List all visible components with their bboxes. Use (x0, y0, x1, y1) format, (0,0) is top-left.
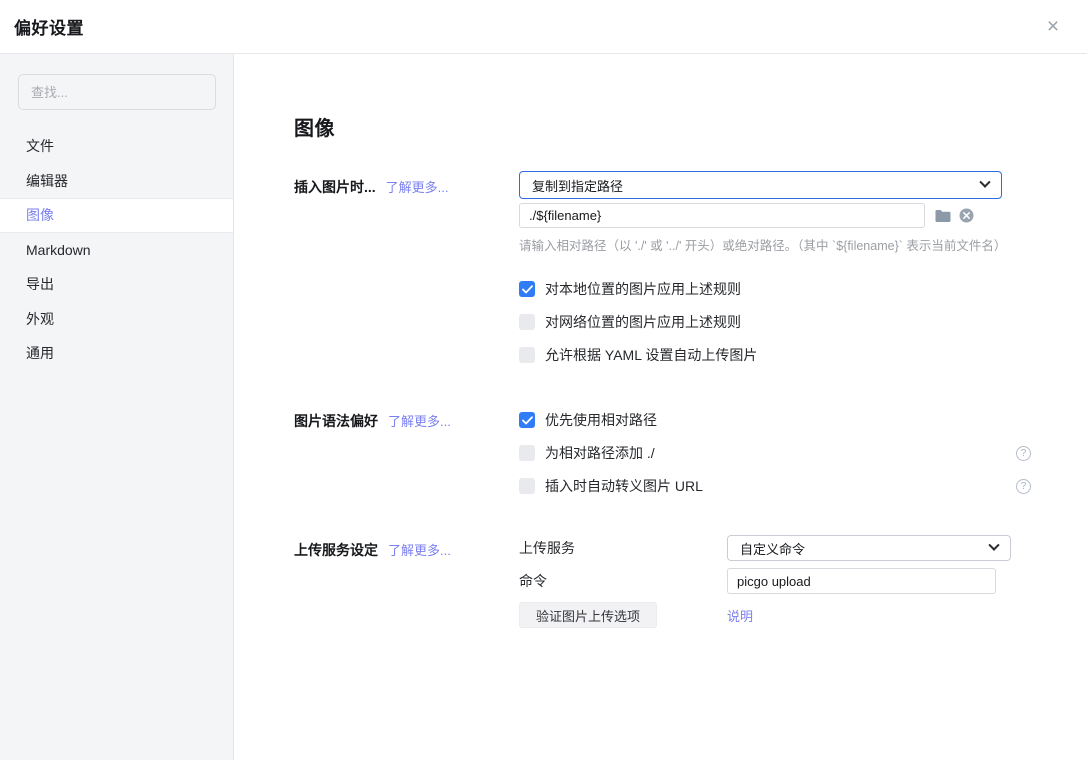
checkbox-unchecked-icon (519, 347, 535, 363)
command-row: 命令 (519, 568, 1031, 594)
page-title: 图像 (294, 115, 1087, 143)
sidebar-item-markdown[interactable]: Markdown (0, 233, 233, 268)
insert-learn-more-link[interactable]: 了解更多... (386, 177, 449, 196)
folder-icon[interactable] (935, 209, 951, 223)
upload-service-row: 上传服务 自定义命令 (519, 535, 1031, 561)
uploader-select[interactable]: 自定义命令 (727, 535, 1011, 561)
section-upload-service: 上传服务设定 了解更多... 上传服务 自定义命令 命令 (294, 535, 1087, 628)
checkbox-unchecked-icon (519, 445, 535, 461)
section-image-syntax: 图片语法偏好 了解更多... 优先使用相对路径 (294, 410, 1087, 496)
sidebar-item-editor[interactable]: 编辑器 (0, 164, 233, 199)
close-icon[interactable]: × (1041, 15, 1065, 39)
image-settings-panel: 图像 插入图片时... 了解更多... 复制到指定路径 (234, 54, 1087, 760)
syntax-learn-more-link[interactable]: 了解更多... (388, 411, 451, 430)
checkbox-apply-web-images[interactable]: 对网络位置的图片应用上述规则 (519, 312, 1031, 332)
window-title: 偏好设置 (14, 14, 84, 39)
preferences-window: 偏好设置 × 文件 编辑器 图像 Markdown 导出 外观 通用 图像 (0, 0, 1087, 760)
search-box (18, 74, 216, 110)
clear-path-icon[interactable] (959, 208, 974, 223)
section-insert-image: 插入图片时... 了解更多... 复制到指定路径 (294, 171, 1087, 365)
command-input[interactable] (727, 568, 996, 594)
sidebar-item-export[interactable]: 导出 (0, 267, 233, 302)
checkbox-prefer-relative-path[interactable]: 优先使用相对路径 (519, 410, 1031, 430)
checkbox-apply-local-images[interactable]: 对本地位置的图片应用上述规则 (519, 279, 1031, 299)
help-icon[interactable]: ? (1016, 479, 1031, 494)
command-label: 命令 (519, 571, 727, 591)
sidebar-item-appearance[interactable]: 外观 (0, 302, 233, 337)
chevron-down-icon (988, 540, 999, 551)
upload-help-link[interactable]: 说明 (727, 606, 753, 625)
chevron-down-icon (979, 177, 990, 188)
syntax-checkbox-group: 优先使用相对路径 为相对路径添加 ./ ? (519, 410, 1031, 496)
path-hint-text: 请输入相对路径（以 './' 或 '../' 开头）或绝对路径。（其中 `${f… (519, 235, 1031, 254)
upload-learn-more-link[interactable]: 了解更多... (388, 540, 451, 559)
search-input[interactable] (31, 85, 203, 100)
sidebar-nav: 文件 编辑器 图像 Markdown 导出 外观 通用 (0, 129, 233, 371)
insert-action-select[interactable]: 复制到指定路径 (519, 171, 1002, 199)
insert-image-label: 插入图片时... (294, 177, 376, 197)
sidebar: 文件 编辑器 图像 Markdown 导出 外观 通用 (0, 54, 234, 760)
checkbox-unchecked-icon (519, 314, 535, 330)
uploader-label: 上传服务 (519, 538, 727, 558)
checkbox-checked-icon (519, 412, 535, 428)
insert-checkbox-group: 对本地位置的图片应用上述规则 对网络位置的图片应用上述规则 (519, 279, 1031, 365)
image-syntax-label: 图片语法偏好 (294, 411, 378, 431)
checkbox-yaml-auto-upload[interactable]: 允许根据 YAML 设置自动上传图片 (519, 345, 1031, 365)
checkbox-unchecked-icon (519, 478, 535, 494)
sidebar-item-general[interactable]: 通用 (0, 336, 233, 371)
checkbox-checked-icon (519, 281, 535, 297)
validate-upload-button[interactable]: 验证图片上传选项 (519, 602, 657, 628)
sidebar-item-image[interactable]: 图像 (0, 198, 233, 233)
insert-action-select-value: 复制到指定路径 (532, 176, 623, 195)
uploader-select-value: 自定义命令 (740, 539, 805, 558)
copy-path-input[interactable] (519, 203, 925, 228)
validate-row: 验证图片上传选项 说明 (519, 602, 1031, 628)
checkbox-escape-image-url[interactable]: 插入时自动转义图片 URL ? (519, 476, 1031, 496)
help-icon[interactable]: ? (1016, 446, 1031, 461)
sidebar-item-file[interactable]: 文件 (0, 129, 233, 164)
upload-service-label: 上传服务设定 (294, 540, 378, 560)
titlebar: 偏好设置 × (0, 0, 1087, 54)
checkbox-add-dot-slash[interactable]: 为相对路径添加 ./ ? (519, 443, 1031, 463)
